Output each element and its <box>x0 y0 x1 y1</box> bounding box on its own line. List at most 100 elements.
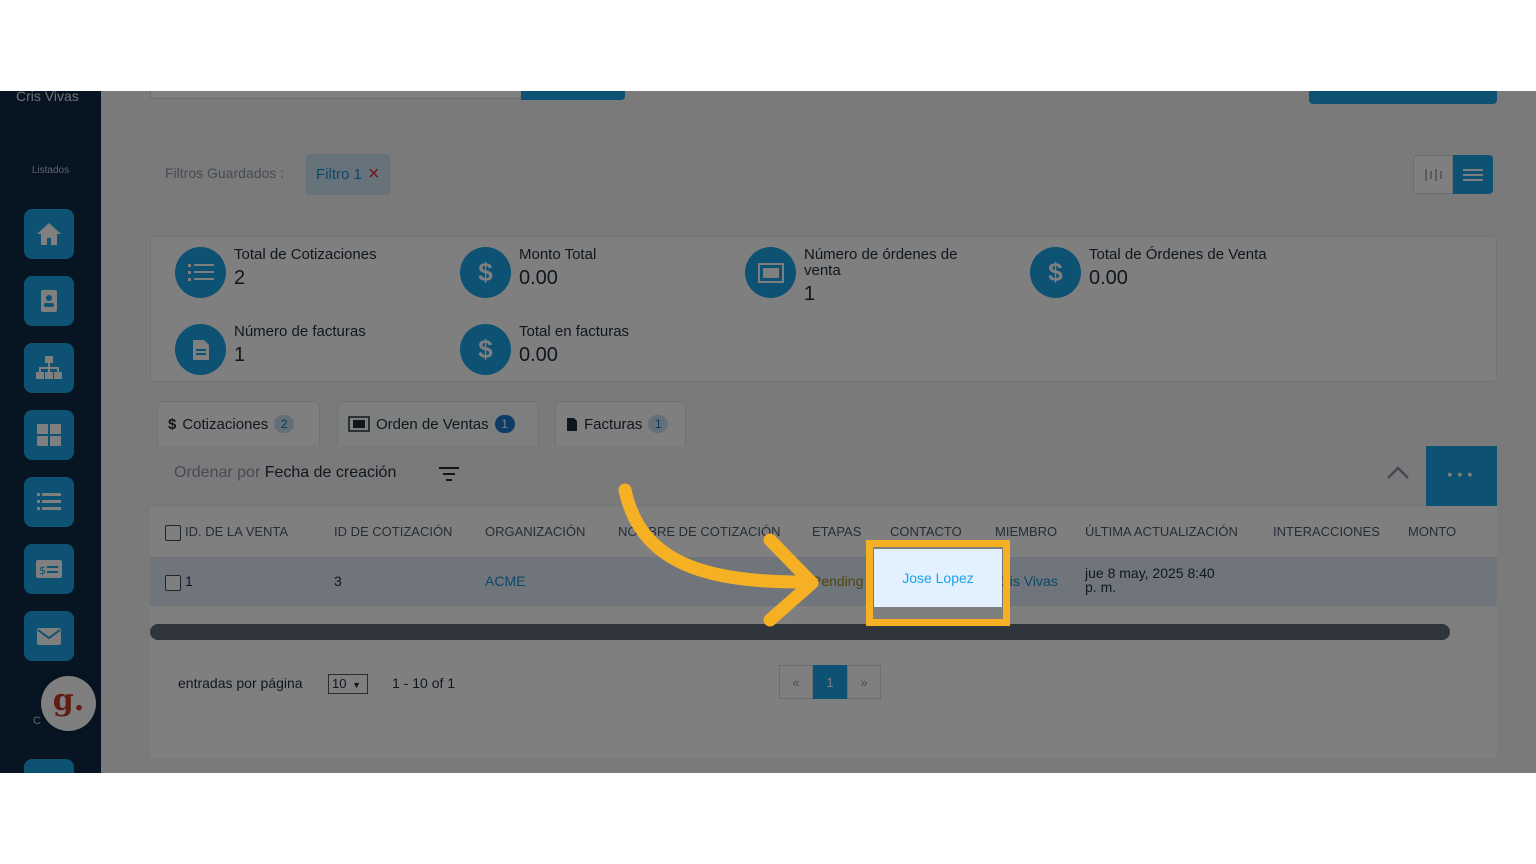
stat-value: 2 <box>234 267 246 289</box>
sidebar-item-more[interactable] <box>24 759 74 773</box>
cell-quote-id: 3 <box>334 573 342 589</box>
stat-total-quotes: Total de Cotizaciones 2 <box>175 247 419 298</box>
column-header[interactable]: INTERACCIONES <box>1273 524 1380 539</box>
per-page-select[interactable]: 10 ▼ <box>328 674 368 694</box>
sort-field: Fecha de creación <box>264 464 397 481</box>
chevron-down-icon: ▼ <box>352 680 362 690</box>
help-widget-button[interactable]: g. <box>41 676 96 731</box>
sort-control[interactable]: Ordenar por Fecha de creación <box>174 464 396 482</box>
pagination: « 1 » <box>779 665 881 699</box>
column-header[interactable]: NOMBRE DE COTIZACIÓN <box>618 524 781 539</box>
stat-value: 1 <box>234 344 246 366</box>
column-header[interactable]: CONTACTO <box>890 524 962 539</box>
sidebar-item-contacts[interactable] <box>24 276 74 326</box>
stat-label: Total de Cotizaciones <box>234 246 377 263</box>
tab-label: Facturas <box>584 415 643 433</box>
prev-page-button[interactable]: « <box>779 665 813 699</box>
stat-value: 1 <box>804 283 816 305</box>
hamburger-icon <box>1463 168 1483 181</box>
sidebar-item-dashboard[interactable] <box>24 410 74 460</box>
updated-date: jue 8 may, 2025 8:40 <box>1085 565 1215 581</box>
sales-orders-panel: Ordenar por Fecha de creación ··· ID. DE… <box>150 446 1497 758</box>
sort-bar: Ordenar por Fecha de creación ··· <box>150 446 1497 506</box>
sidebar-item-lists[interactable] <box>24 477 74 527</box>
dollar-icon: $ <box>460 247 511 298</box>
stat-label: Total en facturas <box>519 323 630 340</box>
saved-filter-chip[interactable]: Filtro 1 × <box>306 154 390 195</box>
row-checkbox[interactable] <box>165 575 181 591</box>
highlight-frame <box>866 540 1010 626</box>
summary-stats-card: Total de Cotizaciones 2 $ Monto Total 0.00… <box>150 236 1497 382</box>
tab-count-badge: 1 <box>494 415 515 433</box>
kanban-view-button[interactable] <box>1413 155 1453 194</box>
column-header[interactable]: ETAPAS <box>812 524 861 539</box>
stat-label: Número de órdenes de venta <box>804 246 958 279</box>
sidebar-item-home[interactable] <box>24 209 74 259</box>
sidebar-truncated-label: C <box>33 715 41 727</box>
dollar-icon: $ <box>1030 247 1081 298</box>
grid-icon <box>37 424 61 446</box>
tab-count-badge: 2 <box>274 415 295 433</box>
more-options-button[interactable]: ··· <box>1426 446 1497 506</box>
column-header[interactable]: MIEMBRO <box>995 524 1057 539</box>
sidebar-item-mail[interactable] <box>24 611 74 661</box>
columns-icon <box>1425 168 1442 181</box>
sort-icon[interactable] <box>439 466 459 482</box>
svg-text:$: $ <box>39 564 46 577</box>
column-header[interactable]: MONTO <box>1408 524 1456 539</box>
column-header[interactable]: ID DE COTIZACIÓN <box>334 524 452 539</box>
chevron-up-icon[interactable] <box>1386 464 1410 482</box>
sidebar-item-organizations[interactable] <box>24 343 74 393</box>
sidebar-user-name[interactable]: Cris Vivas <box>16 91 79 104</box>
cell-sale-id[interactable]: 1 <box>185 573 193 589</box>
sidebar-section-label: Listados <box>31 165 70 176</box>
stat-total-amount: $ Monto Total 0.00 <box>460 247 704 298</box>
stat-value: 0.00 <box>1089 267 1128 289</box>
column-header[interactable]: ÚLTIMA ACTUALIZACIÓN <box>1085 524 1238 539</box>
stat-sales-orders-total: $ Total de Órdenes de Venta 0.00 <box>1030 247 1274 298</box>
dollar-icon: $ <box>460 324 511 375</box>
help-logo: g. <box>52 683 85 718</box>
stat-invoices-count: Número de facturas 1 <box>175 324 419 375</box>
saved-filters-label: Filtros Guardados : <box>165 165 285 181</box>
list-icon <box>175 247 226 298</box>
select-all-checkbox[interactable] <box>165 525 181 541</box>
next-page-button[interactable]: » <box>847 665 881 699</box>
main-content: Filtros Guardados : Filtro 1 × Total de … <box>101 91 1536 773</box>
column-header[interactable]: ID. DE LA VENTA <box>185 524 288 539</box>
search-input[interactable] <box>150 91 522 99</box>
tab-quotes[interactable]: $ Cotizaciones 2 <box>157 401 320 446</box>
tab-label: Cotizaciones <box>182 415 269 433</box>
list-view-button[interactable] <box>1453 155 1493 194</box>
search-button[interactable] <box>521 91 625 100</box>
home-icon <box>37 223 61 245</box>
sort-prefix: Ordenar por <box>174 464 261 481</box>
stat-sales-orders-count: Número de órdenes de venta 1 <box>745 247 989 306</box>
tab-invoices[interactable]: Facturas 1 <box>555 401 686 446</box>
cell-organization-link[interactable]: ACME <box>485 573 525 589</box>
stat-value: 0.00 <box>519 344 558 366</box>
pagination-range: 1 - 10 of 1 <box>392 675 456 691</box>
app-frame: Cris Vivas Listados $ C g. Filtros Guard… <box>0 91 1536 773</box>
close-icon[interactable]: × <box>368 163 380 186</box>
per-page-label: entradas por página <box>178 675 303 691</box>
sidebar: Cris Vivas Listados $ C g. <box>0 91 101 773</box>
invoice-icon <box>567 417 577 431</box>
updated-time: p. m. <box>1085 579 1117 595</box>
horizontal-scrollbar[interactable] <box>150 624 1450 640</box>
saved-filter-label: Filtro 1 <box>316 166 362 183</box>
column-header[interactable]: ORGANIZACIÓN <box>485 524 585 539</box>
sidebar-item-sales[interactable]: $ <box>24 544 74 594</box>
create-button[interactable] <box>1309 91 1497 104</box>
stat-value: 0.00 <box>519 267 558 289</box>
sales-order-icon <box>348 416 370 432</box>
stat-label: Número de facturas <box>234 323 366 340</box>
page-button[interactable]: 1 <box>813 665 847 699</box>
dollar-icon: $ <box>168 415 177 433</box>
view-toggle <box>1413 155 1493 194</box>
per-page-value: 10 <box>332 676 347 691</box>
stat-label: Total de Órdenes de Venta <box>1089 246 1267 263</box>
tab-sales-orders[interactable]: Orden de Ventas 1 <box>337 401 539 446</box>
contact-card-icon <box>41 290 57 312</box>
cell-stage: Pending <box>812 573 864 589</box>
